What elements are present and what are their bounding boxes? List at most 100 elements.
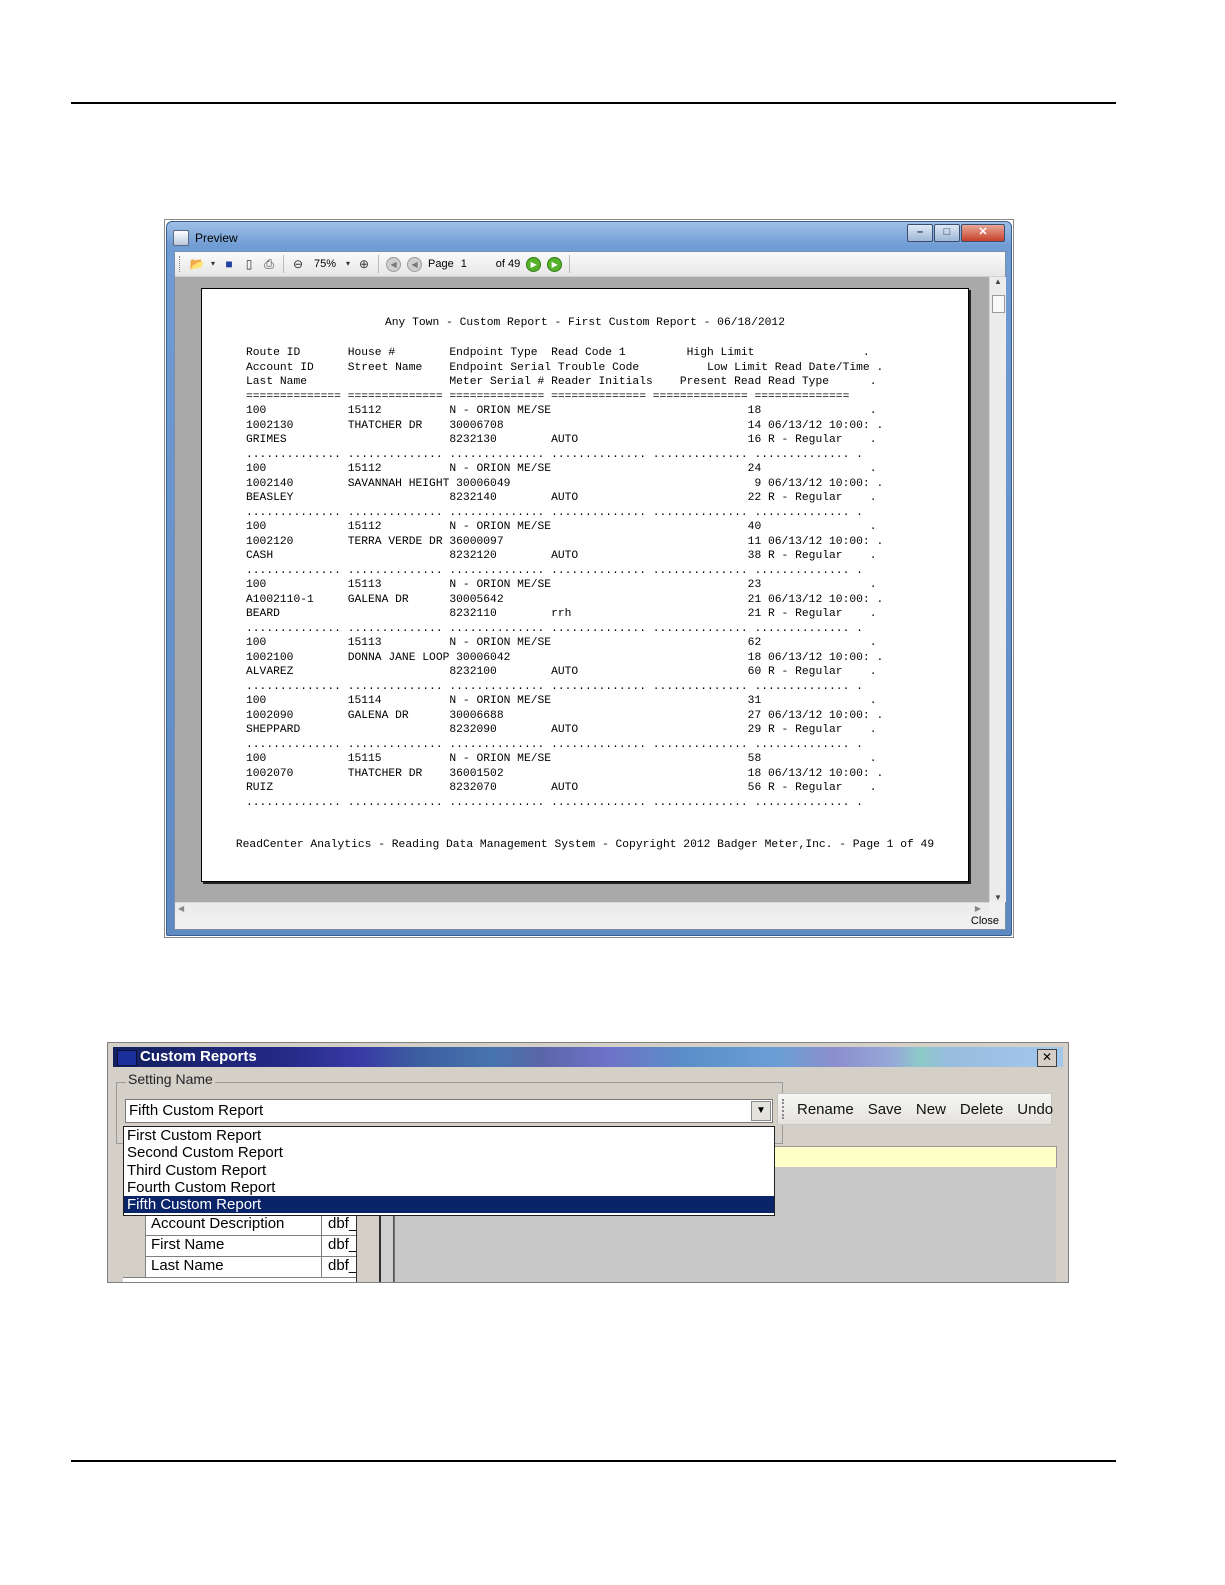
preview-toolbar: 📂 ▾ ■ ▯ ⎙ ⊖ 75% ▾ ⊕ ◀ ◀ Page 1 of 49 ▶ ▶ <box>175 252 1005 277</box>
report-line: CASH 8232120 AUTO 38 R - Regular . <box>246 550 877 562</box>
row-header[interactable] <box>123 1214 146 1235</box>
row-header[interactable] <box>123 1256 146 1277</box>
zoom-out-icon[interactable]: ⊖ <box>290 256 306 272</box>
scroll-thumb[interactable] <box>992 295 1005 313</box>
report-line: BEASLEY 8232140 AUTO 22 R - Regular . <box>246 492 877 504</box>
toolbar-grip[interactable] <box>179 256 183 272</box>
undo-button[interactable]: Undo <box>1017 1101 1053 1118</box>
field-name-cell: Account Description <box>151 1215 322 1235</box>
top-rule <box>71 102 1116 104</box>
next-page-icon[interactable]: ▶ <box>526 256 542 272</box>
table-row[interactable]: Last Name dbf_ <box>123 1256 377 1278</box>
preview-client-area: 📂 ▾ ■ ▯ ⎙ ⊖ 75% ▾ ⊕ ◀ ◀ Page 1 of 49 ▶ ▶ <box>174 251 1006 930</box>
previous-page-icon[interactable]: ◀ <box>407 256 423 272</box>
report-line: Last Name Meter Serial # Reader Initials… <box>246 376 877 388</box>
preview-window: Preview – □ ✕ 📂 ▾ ■ ▯ ⎙ ⊖ 75% ▾ ⊕ ◀ ◀ Pa… <box>166 221 1012 936</box>
report-line: ============== ============== ==========… <box>246 390 850 403</box>
dropdown-option[interactable]: Third Custom Report <box>124 1162 774 1179</box>
highlight-field[interactable] <box>774 1146 1057 1168</box>
field-name-cell: Last Name <box>151 1257 322 1277</box>
report-title: Any Town - Custom Report - First Custom … <box>385 317 785 329</box>
page-setup-icon[interactable]: ▯ <box>241 256 257 272</box>
scroll-up-icon[interactable]: ▲ <box>990 277 1006 286</box>
report-line: .............. .............. ..........… <box>246 448 863 461</box>
report-body: Route ID House # Endpoint Type Read Code… <box>246 346 883 810</box>
last-page-icon[interactable]: ▶ <box>547 256 563 272</box>
dropdown-arrow-icon[interactable]: ▾ <box>209 256 217 272</box>
report-line: .............. .............. ..........… <box>246 738 863 751</box>
scroll-left-icon[interactable]: ◀ <box>178 904 184 913</box>
preview-window-screenshot: Preview – □ ✕ 📂 ▾ ■ ▯ ⎙ ⊖ 75% ▾ ⊕ ◀ ◀ Pa… <box>164 219 1014 938</box>
minimize-button[interactable]: – <box>907 224 933 242</box>
dropdown-option[interactable]: First Custom Report <box>124 1127 774 1144</box>
close-window-button[interactable]: ✕ <box>961 224 1005 242</box>
field-name-cell: First Name <box>151 1236 322 1256</box>
field-grid: Account Description dbf_ First Name dbf_… <box>123 1214 377 1282</box>
new-button[interactable]: New <box>916 1101 946 1118</box>
report-line: 100 15115 N - ORION ME/SE 58 . <box>246 753 877 765</box>
report-line: 1002130 THATCHER DR 30006708 14 06/13/12… <box>246 419 884 432</box>
report-line: 1002090 GALENA DR 30006688 27 06/13/12 1… <box>246 709 884 722</box>
scroll-right-icon[interactable]: ▶ <box>975 904 981 913</box>
report-line: .............. .............. ..........… <box>246 564 863 577</box>
report-line: .............. .............. ..........… <box>246 680 863 693</box>
zoom-dropdown-icon[interactable]: ▾ <box>344 256 352 272</box>
print-icon[interactable]: ⎙ <box>261 256 277 272</box>
printer-preview-icon <box>173 230 189 246</box>
report-line: RUIZ 8232070 AUTO 56 R - Regular . <box>246 782 877 794</box>
toolbar-grip[interactable] <box>782 1099 784 1119</box>
delete-button[interactable]: Delete <box>960 1101 1003 1118</box>
row-header[interactable] <box>123 1235 146 1256</box>
first-page-icon[interactable]: ◀ <box>386 256 402 272</box>
setting-name-select[interactable]: Fifth Custom Report ▼ <box>125 1099 773 1123</box>
report-line: GRIMES 8232130 AUTO 16 R - Regular . <box>246 434 877 446</box>
table-row[interactable]: Account Description dbf_ <box>123 1214 377 1236</box>
horizontal-scrollbar[interactable]: ◀ ▶ <box>175 902 989 915</box>
rename-button[interactable]: Rename <box>797 1101 854 1118</box>
report-line: .............. .............. ..........… <box>246 796 863 809</box>
setting-dropdown-list: First Custom Report Second Custom Report… <box>123 1126 775 1216</box>
custom-reports-dialog: Custom Reports ✕ Setting Name Fifth Cust… <box>107 1042 1069 1283</box>
report-line: 100 15112 N - ORION ME/SE 18 . <box>246 405 877 417</box>
page-label: Page <box>428 258 454 270</box>
report-line: Route ID House # Endpoint Type Read Code… <box>246 347 870 359</box>
maximize-button[interactable]: □ <box>934 224 960 242</box>
zoom-in-icon[interactable]: ⊕ <box>356 256 372 272</box>
preview-title: Preview <box>195 231 238 245</box>
report-line: .............. .............. ..........… <box>246 506 863 519</box>
toolbar-separator <box>283 255 284 273</box>
table-row[interactable]: First Name dbf_ <box>123 1235 377 1257</box>
scroll-down-icon[interactable]: ▼ <box>990 893 1006 902</box>
window-controls: – □ ✕ <box>906 224 1005 242</box>
page-number-input[interactable]: 1 <box>461 258 489 270</box>
dialog-titlebar: Custom Reports ✕ <box>113 1047 1063 1067</box>
report-line: 100 15113 N - ORION ME/SE 23 . <box>246 579 877 591</box>
toolbar-separator <box>569 255 571 273</box>
report-footer: ReadCenter Analytics - Reading Data Mana… <box>235 839 935 851</box>
setting-name-label: Setting Name <box>126 1071 215 1087</box>
app-icon <box>117 1050 137 1066</box>
preview-titlebar: Preview <box>173 228 238 248</box>
status-bar: Close <box>175 915 1005 929</box>
save-button[interactable]: Save <box>868 1101 902 1118</box>
report-line: 100 15112 N - ORION ME/SE 40 . <box>246 521 877 533</box>
report-line: 100 15114 N - ORION ME/SE 31 . <box>246 695 877 707</box>
report-page: Any Town - Custom Report - First Custom … <box>201 288 969 882</box>
dropdown-option[interactable]: Second Custom Report <box>124 1144 774 1161</box>
close-icon[interactable]: ✕ <box>1037 1049 1057 1067</box>
dropdown-option-selected[interactable]: Fifth Custom Report <box>124 1196 774 1214</box>
report-line: 100 15113 N - ORION ME/SE 62 . <box>246 637 877 649</box>
close-button[interactable]: Close <box>971 915 999 927</box>
save-icon[interactable]: ■ <box>221 256 237 272</box>
zoom-level[interactable]: 75% <box>314 258 336 270</box>
toolbar-separator <box>378 255 380 273</box>
report-line: A1002110-1 GALENA DR 30005642 21 06/13/1… <box>246 593 884 606</box>
grid-edge <box>356 1214 381 1282</box>
report-line: Account ID Street Name Endpoint Serial T… <box>246 361 884 374</box>
vertical-scrollbar[interactable]: ▲ ▼ <box>989 277 1006 902</box>
report-toolbar: Rename Save New Delete Undo <box>777 1093 1053 1125</box>
dropdown-option[interactable]: Fourth Custom Report <box>124 1179 774 1196</box>
open-folder-icon[interactable]: 📂 <box>189 256 205 272</box>
chevron-down-icon[interactable]: ▼ <box>751 1101 771 1121</box>
report-line: ALVAREZ 8232100 AUTO 60 R - Regular . <box>246 666 877 678</box>
